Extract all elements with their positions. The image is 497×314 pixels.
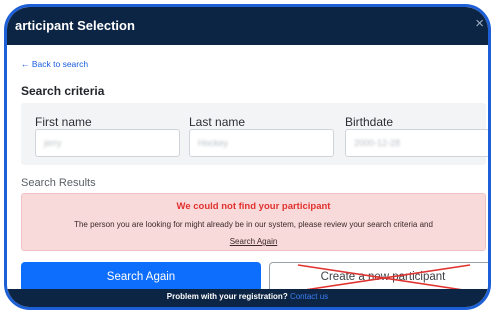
search-criteria-panel: First name jerry Last name Hockey Birthd…	[21, 103, 488, 165]
first-name-field[interactable]: jerry	[35, 129, 180, 157]
alert-search-again-link[interactable]: Search Again	[230, 237, 278, 246]
modal-title: articipant Selection	[15, 18, 135, 33]
search-again-button[interactable]: Search Again	[21, 262, 261, 292]
last-name-field[interactable]: Hockey	[189, 129, 334, 157]
not-found-alert: We could not find your participant The p…	[21, 193, 486, 251]
birthdate-field[interactable]: 2000-12-28	[345, 129, 488, 157]
back-to-search-link[interactable]: ← Back to search	[21, 59, 88, 69]
last-name-label: Last name	[189, 115, 246, 129]
footer-text: Problem with your registration?	[166, 292, 288, 301]
first-name-label: First name	[35, 115, 92, 129]
first-name-value: jerry	[44, 138, 62, 148]
birthdate-value: 2000-12-28	[354, 138, 401, 148]
alert-title: We could not find your participant	[176, 201, 331, 212]
search-results-heading: Search Results	[21, 177, 96, 189]
close-icon[interactable]: ×	[475, 15, 484, 32]
alert-message: The person you are looking for might alr…	[74, 220, 433, 229]
footer-bar: Problem with your registration? Contact …	[7, 289, 488, 307]
modal-frame: articipant Selection × ← Back to search …	[4, 4, 491, 310]
modal-header: articipant Selection ×	[7, 7, 488, 45]
contact-us-link[interactable]: Contact us	[290, 292, 328, 301]
search-criteria-heading: Search criteria	[21, 84, 105, 98]
create-new-participant-button[interactable]: Create a new participant	[269, 262, 488, 292]
create-new-participant-label: Create a new participant	[320, 271, 446, 283]
birthdate-label: Birthdate	[345, 115, 394, 129]
last-name-value: Hockey	[198, 138, 229, 148]
